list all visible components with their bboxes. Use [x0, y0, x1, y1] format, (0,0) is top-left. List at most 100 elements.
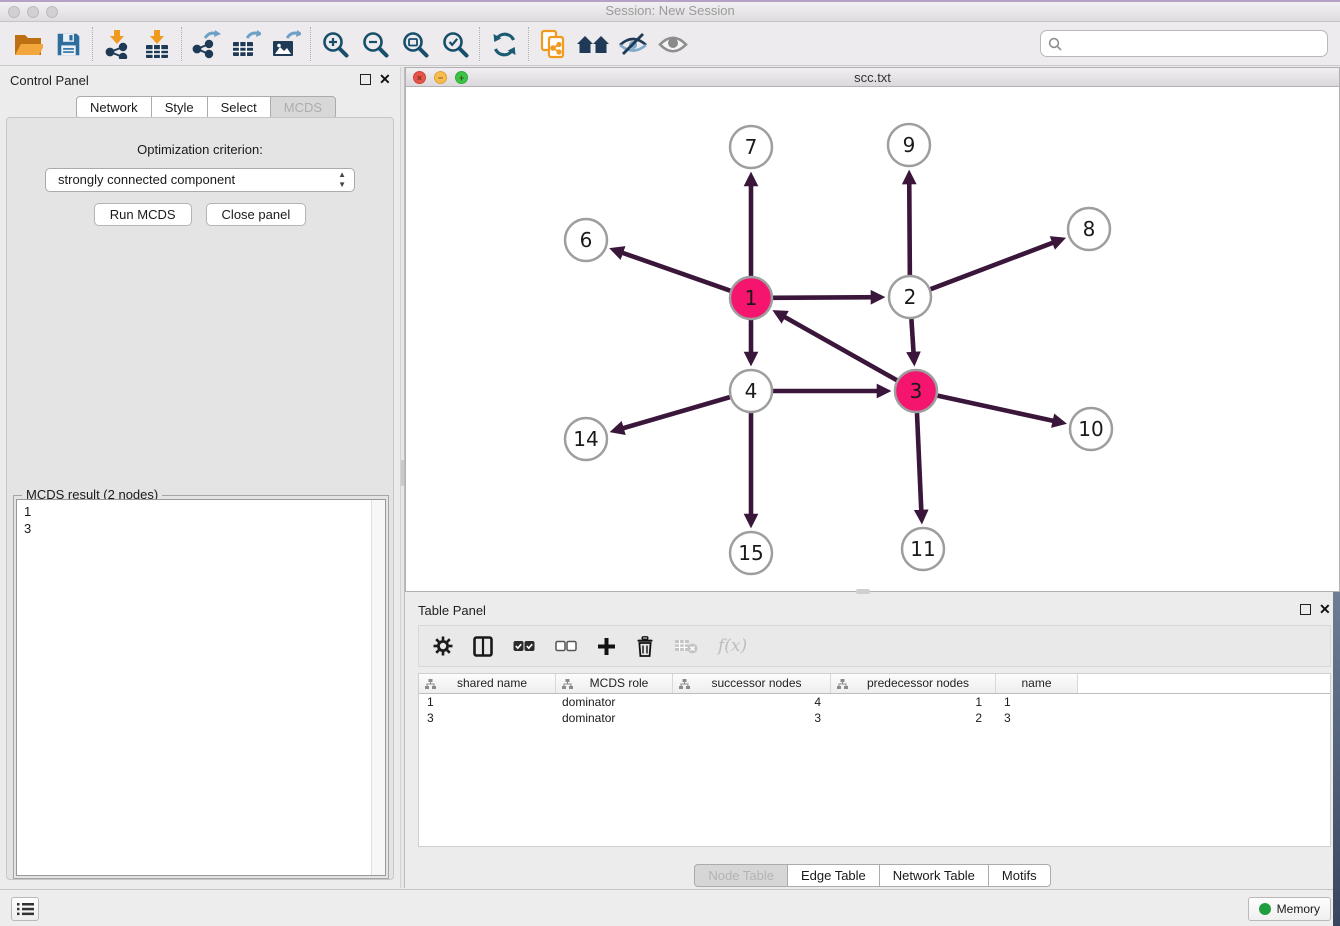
control-panel: Control Panel ✕ Network Style Select MCD… — [0, 67, 400, 888]
edge-3-1[interactable] — [776, 312, 897, 380]
graph-node-label-8: 8 — [1083, 217, 1096, 241]
open-folder-icon — [13, 31, 43, 57]
open-session-button[interactable] — [8, 26, 48, 62]
tab-motifs[interactable]: Motifs — [988, 864, 1051, 887]
show-columns-button[interactable] — [473, 636, 493, 657]
tab-edge-table[interactable]: Edge Table — [787, 864, 880, 887]
delete-table-button[interactable] — [674, 638, 698, 654]
import-network-button[interactable] — [97, 26, 137, 62]
refresh-button[interactable] — [484, 26, 524, 62]
network-canvas[interactable]: 7968124314101511 — [406, 87, 1339, 591]
show-all-button[interactable] — [653, 26, 693, 62]
tab-network-table[interactable]: Network Table — [879, 864, 989, 887]
edge-2-9[interactable] — [909, 174, 910, 275]
table-row[interactable]: 1 dominator 4 1 1 — [419, 694, 1330, 710]
select-all-icon — [513, 640, 535, 652]
hide-selected-button[interactable] — [613, 26, 653, 62]
zoom-out-icon — [361, 30, 389, 58]
tab-select[interactable]: Select — [207, 96, 271, 119]
network-window-titlebar[interactable]: × − + scc.txt — [406, 68, 1339, 87]
trash-icon — [636, 636, 654, 657]
export-table-button[interactable] — [226, 26, 266, 62]
export-image-button[interactable] — [266, 26, 306, 62]
edge-1-6[interactable] — [613, 250, 730, 291]
run-mcds-button[interactable]: Run MCDS — [94, 203, 192, 226]
zoom-in-icon — [321, 30, 349, 58]
memory-button[interactable]: Memory — [1248, 897, 1331, 921]
graph-node-label-3: 3 — [910, 379, 923, 403]
control-panel-title: Control Panel — [10, 73, 89, 88]
network-view-window: × − + scc.txt 7968124314101511 — [405, 67, 1340, 592]
graph-node-label-7: 7 — [745, 135, 758, 159]
mcds-result-area[interactable]: 1 3 — [16, 499, 386, 876]
create-column-button[interactable] — [597, 637, 616, 656]
list-icon — [17, 902, 34, 916]
graph-node-label-10: 10 — [1078, 417, 1103, 441]
column-type-icon — [425, 679, 436, 689]
export-network-button[interactable] — [186, 26, 226, 62]
edge-3-11[interactable] — [917, 413, 922, 520]
edge-2-8[interactable] — [931, 239, 1062, 289]
tab-mcds[interactable]: MCDS — [270, 96, 336, 119]
zoom-fit-button[interactable] — [395, 26, 435, 62]
search-box[interactable] — [1040, 30, 1328, 57]
control-panel-tabs: Network Style Select MCDS — [76, 96, 336, 119]
import-table-icon — [143, 29, 171, 59]
graph-node-label-11: 11 — [910, 537, 935, 561]
table-panel-title: Table Panel — [418, 603, 486, 618]
status-bar: Memory — [0, 889, 1340, 926]
result-scrollbar[interactable] — [371, 500, 385, 875]
task-history-button[interactable] — [11, 897, 39, 921]
save-session-button[interactable] — [48, 26, 88, 62]
float-panel-icon[interactable] — [360, 74, 371, 85]
graph-node-label-15: 15 — [738, 541, 763, 565]
edge-1-2[interactable] — [773, 297, 881, 298]
edge-3-10[interactable] — [937, 396, 1062, 423]
graph-node-label-2: 2 — [904, 285, 917, 309]
table-float-icon[interactable] — [1300, 604, 1311, 615]
column-type-icon — [679, 679, 690, 689]
criterion-dropdown[interactable]: strongly connected component ▲▼ — [45, 168, 355, 192]
graph-node-label-6: 6 — [580, 228, 593, 252]
clone-network-button[interactable] — [533, 26, 573, 62]
graph-node-label-4: 4 — [745, 379, 758, 403]
table-close-icon[interactable]: ✕ — [1319, 604, 1331, 615]
tab-node-table[interactable]: Node Table — [694, 864, 788, 887]
column-header-successor-nodes[interactable]: successor nodes — [673, 674, 831, 693]
edge-4-14[interactable] — [614, 397, 730, 431]
horizontal-splitter-handle[interactable] — [856, 589, 870, 594]
table-panel-header: Table Panel ✕ — [405, 597, 1340, 623]
tab-style[interactable]: Style — [151, 96, 208, 119]
import-table-button[interactable] — [137, 26, 177, 62]
deselect-all-button[interactable] — [555, 640, 577, 652]
delete-column-button[interactable] — [636, 636, 654, 657]
close-panel-icon[interactable]: ✕ — [379, 74, 391, 85]
houses-button[interactable] — [573, 26, 613, 62]
select-all-button[interactable] — [513, 640, 535, 652]
column-type-icon — [837, 679, 848, 689]
column-header-name[interactable]: name — [996, 674, 1078, 693]
close-panel-button[interactable]: Close panel — [206, 203, 307, 226]
zoom-out-button[interactable] — [355, 26, 395, 62]
zoom-fit-icon — [401, 30, 429, 58]
delete-table-icon — [674, 638, 698, 654]
top-accent-line — [0, 0, 1340, 2]
column-header-mcds-role[interactable]: MCDS role — [556, 674, 673, 693]
result-line: 3 — [24, 520, 378, 537]
plus-icon — [597, 637, 616, 656]
column-header-predecessor-nodes[interactable]: predecessor nodes — [831, 674, 996, 693]
toolbar-separator — [310, 27, 311, 61]
edge-2-3[interactable] — [911, 319, 914, 362]
network-graph[interactable]: 7968124314101511 — [406, 87, 1339, 591]
table-mode-gear-button[interactable] — [433, 636, 453, 656]
table-row[interactable]: 3 dominator 3 2 3 — [419, 710, 1330, 726]
table-panel: Table Panel ✕ — [405, 597, 1340, 888]
column-header-shared-name[interactable]: shared name — [419, 674, 556, 693]
search-icon — [1048, 37, 1062, 51]
tab-network[interactable]: Network — [76, 96, 152, 119]
node-table[interactable]: shared name MCDS role successor nodes pr… — [418, 673, 1331, 847]
zoom-selected-button[interactable] — [435, 26, 475, 62]
zoom-in-button[interactable] — [315, 26, 355, 62]
function-builder-button[interactable]: f(x) — [718, 636, 747, 656]
search-input[interactable] — [1067, 36, 1327, 51]
